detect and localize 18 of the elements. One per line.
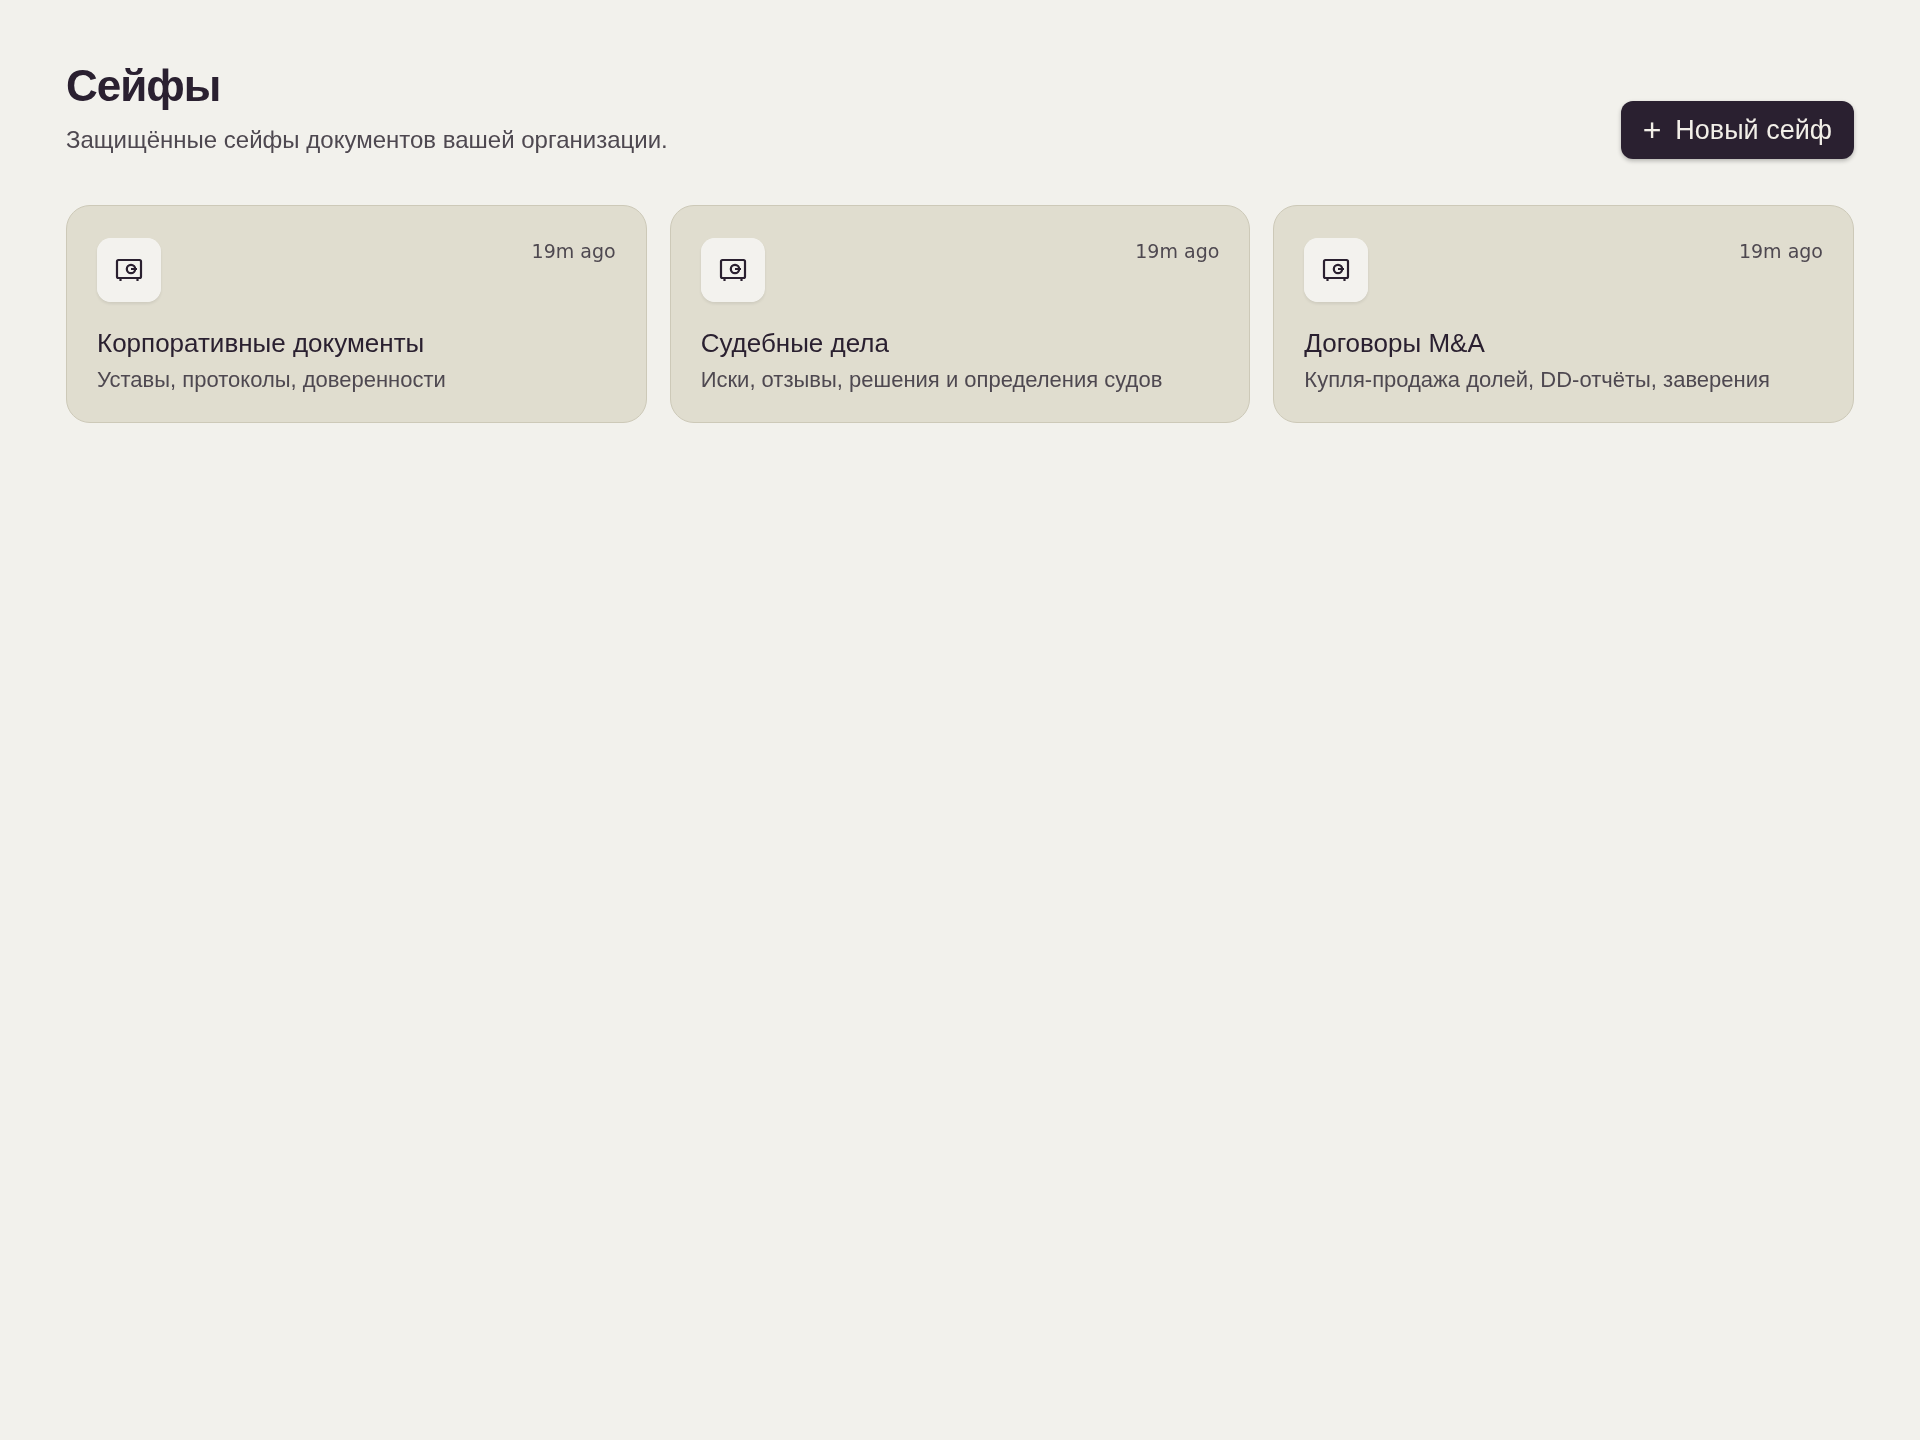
updated-time: 19m ago (531, 240, 616, 263)
vault-description: Уставы, протоколы, доверенности (97, 367, 446, 394)
updated-time: 19m ago (1135, 240, 1220, 263)
vault-name: Договоры M&A (1304, 328, 1485, 360)
vault-description: Иски, отзывы, решения и определения судов (700, 367, 1163, 394)
vault-name: Корпоративные документы (97, 328, 425, 360)
new-vault-button[interactable]: + Новый сейф (1620, 101, 1854, 160)
vault-card[interactable]: 19m ago Корпоративные документы Уставы, протоколы, доверенности (66, 205, 647, 423)
safe-icon (1304, 238, 1369, 303)
updated-time: 19m ago (1738, 240, 1823, 263)
vault-description: Купля-продажа долей, DD-отчёты, заверения (1304, 367, 1770, 394)
vault-card[interactable]: 19m ago Судебные дела Иски, отзывы, решения и определения судов (669, 205, 1251, 423)
vault-card[interactable]: 19m ago Договоры M&A Купля-продажа долей, DD-отчёты, заверения (1273, 205, 1854, 423)
vault-name: Судебные дела (700, 328, 889, 360)
safe-icon (700, 238, 765, 303)
page-title: Сейфы (66, 62, 222, 111)
page-subtitle: Защищённые сейфы документов вашей организации. (66, 126, 668, 156)
safe-icon (97, 238, 161, 303)
